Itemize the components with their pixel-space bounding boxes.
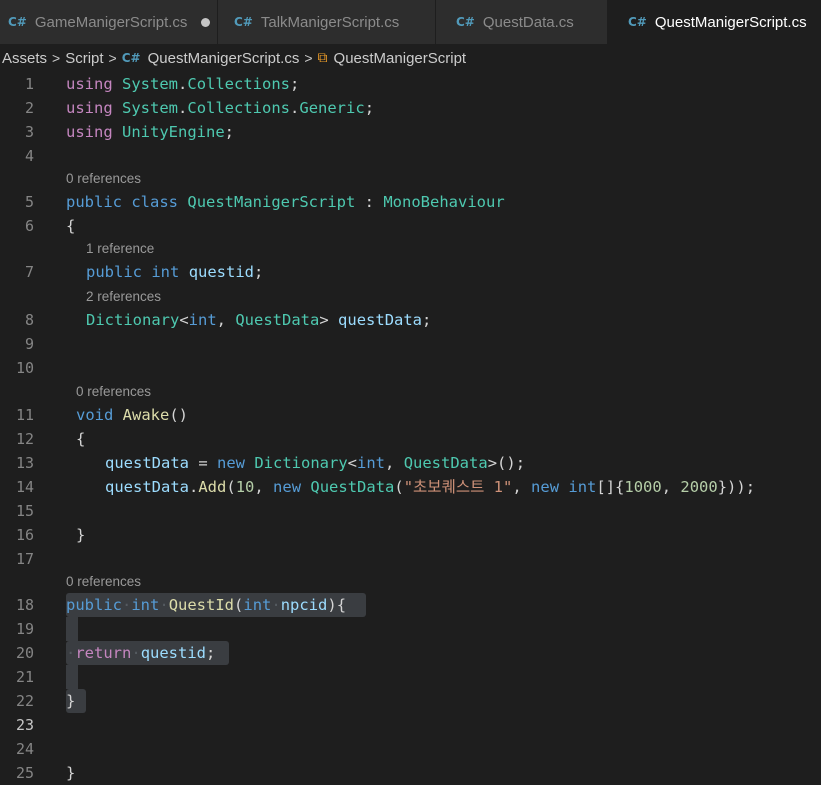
code-line: 18 public·int·QuestId(int·npcid){ (0, 593, 821, 617)
line-number: 16 (15, 526, 34, 544)
csharp-icon: C# (234, 15, 253, 29)
line-number: 3 (24, 123, 34, 141)
line-number: 22 (15, 692, 34, 710)
code-line: 13 questData = new Dictionary<int, Quest… (0, 451, 821, 475)
codelens-references[interactable]: 0 references (66, 167, 141, 191)
code-line-current: 23 (0, 713, 821, 737)
line-number: 24 (15, 740, 34, 758)
code-text: public int questid; (86, 263, 264, 281)
breadcrumb-symbol[interactable]: QuestManigerScript (334, 50, 467, 67)
tab-label: TalkManigerScript.cs (260, 13, 400, 31)
unsaved-dot-icon[interactable] (201, 17, 211, 27)
code-line: 1 using System.Collections; (0, 72, 821, 96)
code-text: questData.Add(10, new QuestData("초보퀘스트 1… (105, 478, 756, 496)
code-line: 16 } (0, 523, 821, 547)
line-number: 15 (15, 502, 34, 520)
code-line: 7 public int questid; (0, 260, 821, 284)
csharp-icon: C# (8, 15, 27, 29)
line-number: 21 (15, 668, 34, 686)
class-icon: ⧉ (317, 50, 328, 66)
tab-talk-maniger-script[interactable]: C# TalkManigerScript.cs (218, 0, 436, 44)
code-line: 4 (0, 144, 821, 168)
code-text: ·return·questid; (66, 644, 216, 662)
line-number: 9 (24, 335, 34, 353)
code-line: 9 (0, 332, 821, 356)
breadcrumb-file[interactable]: QuestManigerScript.cs (148, 50, 300, 67)
code-text: } (66, 764, 76, 782)
tab-label: QuestManigerScript.cs (654, 13, 807, 31)
line-number: 25 (15, 764, 34, 782)
code-line: 22 } (0, 689, 821, 713)
code-line: 19 (0, 617, 821, 641)
line-number: 13 (15, 454, 34, 472)
code-text: using UnityEngine; (66, 123, 235, 141)
code-line: 6 { (0, 214, 821, 238)
code-line: 3 using UnityEngine; (0, 120, 821, 144)
csharp-icon: C# (628, 15, 647, 29)
code-line: 20 ·return·questid; (0, 641, 821, 665)
code-line: 8 Dictionary<int, QuestData> questData; (0, 308, 821, 332)
breadcrumb-assets[interactable]: Assets (2, 50, 47, 67)
code-text: public·int·QuestId(int·npcid){ (66, 596, 347, 614)
tab-label: QuestData.cs (482, 13, 574, 31)
code-text: using System.Collections; (66, 75, 300, 93)
code-line: 11 void Awake() (0, 403, 821, 427)
tab-quest-data[interactable]: C# QuestData.cs (436, 0, 608, 44)
code-text: } (66, 692, 76, 710)
code-text: using System.Collections.Generic; (66, 99, 375, 117)
csharp-icon: C# (121, 51, 141, 65)
code-line: 12 { (0, 427, 821, 451)
tab-bar: C# GameManigerScript.cs C# TalkManigerSc… (0, 0, 821, 44)
code-line: 24 (0, 737, 821, 761)
line-number: 4 (24, 147, 34, 165)
code-line: 2 using System.Collections.Generic; (0, 96, 821, 120)
line-number: 1 (24, 75, 34, 93)
code-line: 5 public class QuestManigerScript : Mono… (0, 190, 821, 214)
line-number: 12 (15, 430, 34, 448)
codelens-references[interactable]: 0 references (66, 570, 141, 594)
line-number: 10 (15, 359, 34, 377)
chevron-right-icon: > (52, 50, 61, 66)
line-number: 14 (15, 478, 34, 496)
tab-quest-maniger-script[interactable]: C# QuestManigerScript.cs (608, 0, 821, 44)
line-number: 6 (24, 217, 34, 235)
codelens-references[interactable]: 2 references (86, 285, 161, 309)
line-number: 18 (15, 596, 34, 614)
code-text: void Awake() (76, 406, 189, 424)
csharp-icon: C# (456, 15, 475, 29)
line-number: 7 (24, 263, 34, 281)
code-text: { (76, 430, 86, 448)
line-number: 19 (15, 620, 34, 638)
line-number: 2 (24, 99, 34, 117)
tab-game-maniger-script[interactable]: C# GameManigerScript.cs (0, 0, 218, 44)
line-number: 5 (24, 193, 34, 211)
tab-label: GameManigerScript.cs (34, 13, 188, 31)
code-line: 17 (0, 547, 821, 571)
line-number: 20 (15, 644, 34, 662)
code-line: 25 } (0, 761, 821, 785)
breadcrumb: Assets > Script > C# QuestManigerScript.… (0, 44, 821, 72)
chevron-right-icon: > (108, 50, 117, 66)
code-text: { (66, 217, 76, 235)
code-text: questData = new Dictionary<int, QuestDat… (105, 454, 526, 472)
code-text: } (76, 526, 86, 544)
code-line: 14 questData.Add(10, new QuestData("초보퀘스… (0, 475, 821, 499)
code-line: 15 (0, 499, 821, 523)
code-text: Dictionary<int, QuestData> questData; (86, 311, 432, 329)
chevron-right-icon: > (304, 50, 313, 66)
code-text: public class QuestManigerScript : MonoBe… (66, 193, 505, 211)
codelens-references[interactable]: 1 reference (86, 237, 154, 261)
line-number: 8 (24, 311, 34, 329)
code-line: 21 (0, 665, 821, 689)
breadcrumb-script[interactable]: Script (65, 50, 103, 67)
codelens-references[interactable]: 0 references (76, 380, 151, 404)
line-number: 17 (15, 550, 34, 568)
code-line: 10 (0, 356, 821, 380)
line-number: 23 (15, 716, 34, 734)
line-number: 11 (15, 406, 34, 424)
